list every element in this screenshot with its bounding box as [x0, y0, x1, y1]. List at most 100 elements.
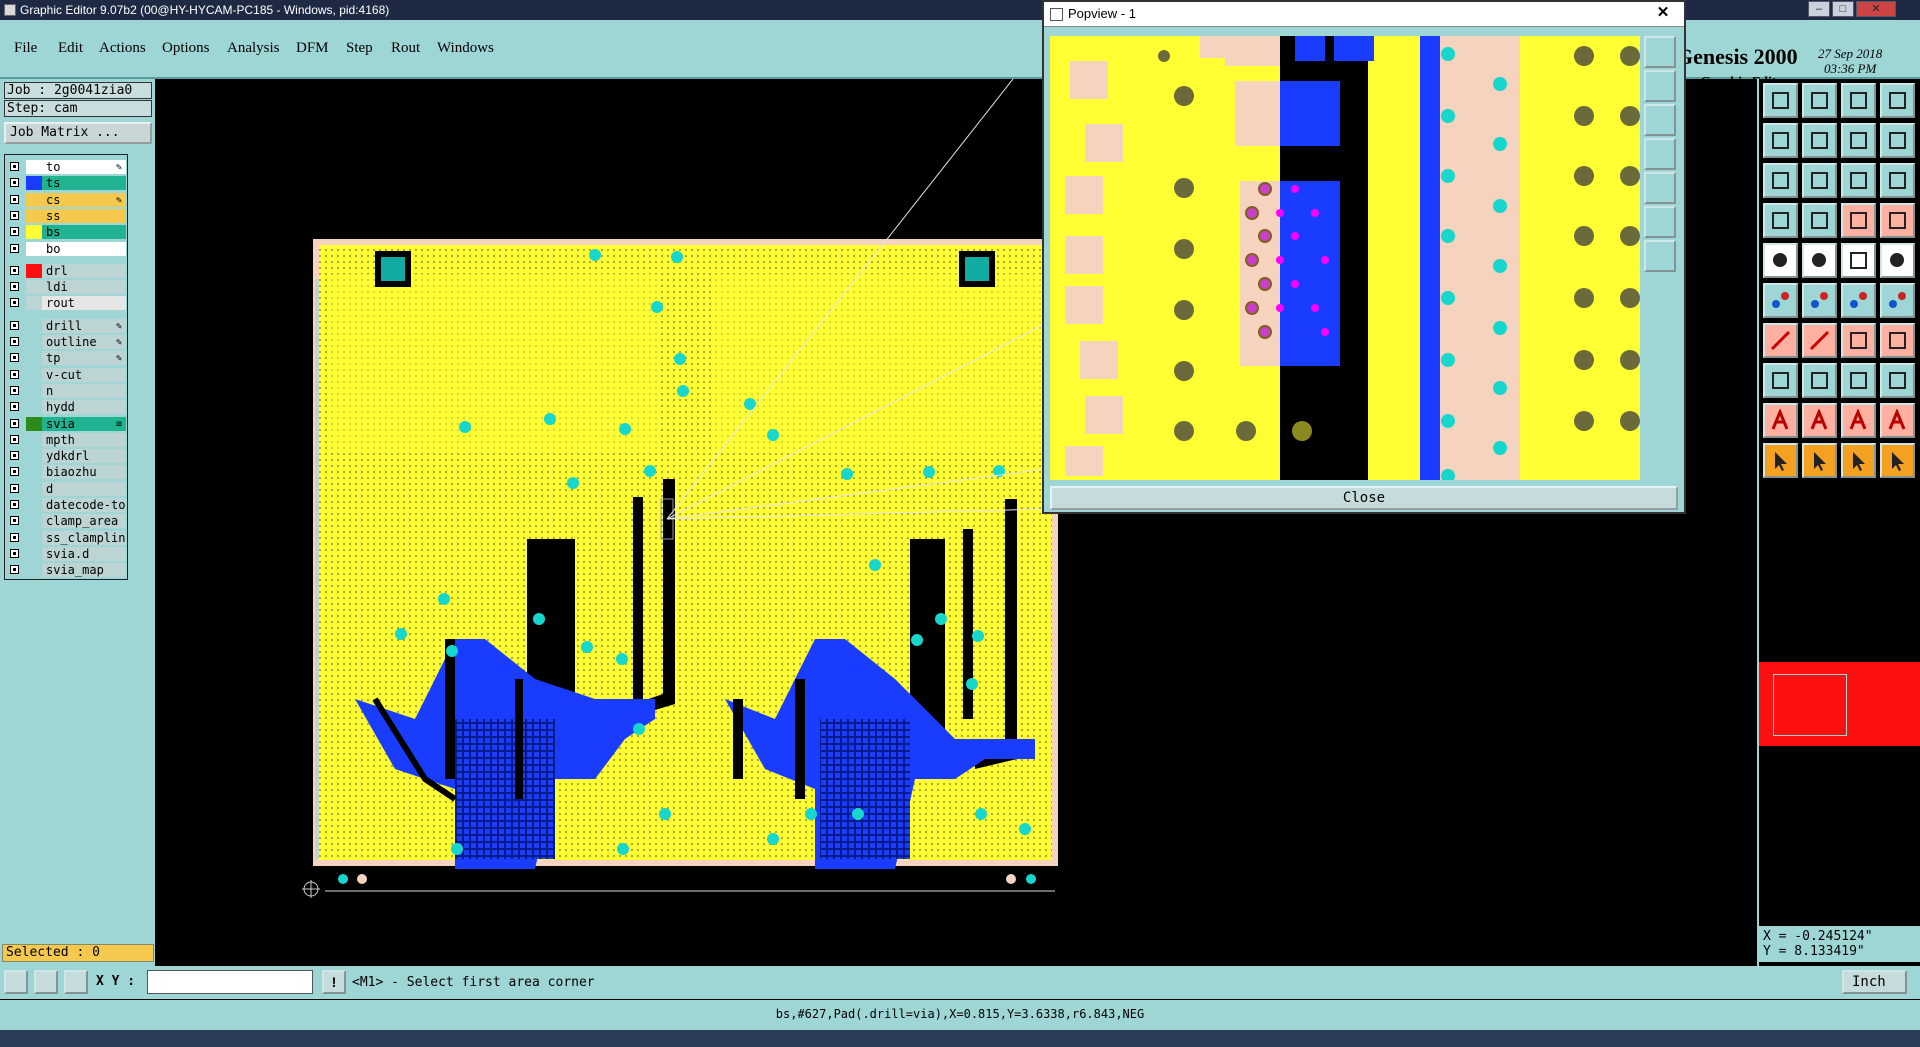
popview-zoom-button[interactable]: [1644, 36, 1676, 68]
layer-color-swatch[interactable]: [26, 400, 42, 415]
layer-checkbox[interactable]: [10, 210, 19, 220]
dimension-button[interactable]: [1841, 243, 1876, 278]
layer-name[interactable]: n: [42, 383, 126, 398]
layer-color-swatch[interactable]: [26, 192, 42, 207]
layer-row-hydd[interactable]: hydd: [5, 399, 127, 415]
layer-checkbox[interactable]: [10, 532, 19, 542]
pointer-alt-button[interactable]: [1802, 443, 1837, 478]
layer-row-cs[interactable]: cs ✎: [5, 192, 127, 208]
text-a-button[interactable]: [1802, 403, 1837, 438]
popview-close-icon[interactable]: ✕: [1650, 2, 1676, 24]
layer-checkbox[interactable]: [10, 320, 19, 330]
layer-name[interactable]: bs: [42, 225, 126, 240]
layer-color-swatch[interactable]: [26, 563, 42, 578]
grid-button[interactable]: [1802, 203, 1837, 238]
layer-checkbox[interactable]: [10, 227, 19, 237]
layer-color-swatch[interactable]: [26, 432, 42, 447]
layer-name[interactable]: ss_clampline: [42, 530, 126, 545]
layer-name[interactable]: to ✎: [42, 160, 126, 174]
menu-step[interactable]: Step: [346, 40, 373, 57]
layer-name[interactable]: outline ✎: [42, 335, 126, 349]
layer-row-bo[interactable]: bo: [5, 241, 127, 257]
layer-color-swatch[interactable]: [26, 449, 42, 464]
layer-row-ss_clampline[interactable]: ss_clampline: [5, 530, 127, 546]
help-button[interactable]: [1880, 163, 1915, 198]
layer-name[interactable]: d: [42, 481, 126, 496]
menu-actions[interactable]: Actions: [99, 40, 146, 57]
cross-button[interactable]: [1802, 283, 1837, 318]
layer-row-biaozhu[interactable]: biaozhu: [5, 464, 127, 480]
layer-color-swatch[interactable]: [26, 367, 42, 382]
popview-tool-button-6[interactable]: [1644, 206, 1676, 238]
layer-color-swatch[interactable]: [26, 263, 42, 278]
layer-color-swatch[interactable]: [26, 351, 42, 366]
layer-row-ldi[interactable]: ldi: [5, 279, 127, 295]
layer-name[interactable]: svia ≡: [42, 416, 126, 431]
undo-button[interactable]: [1841, 123, 1876, 158]
triangle-button[interactable]: [1763, 403, 1798, 438]
popview-tool-button-4[interactable]: [1644, 138, 1676, 170]
layer-row-n[interactable]: n: [5, 383, 127, 399]
layer-color-swatch[interactable]: [26, 318, 42, 333]
layer-name[interactable]: cs ✎: [42, 192, 126, 207]
job-matrix-button[interactable]: Job Matrix ...: [4, 122, 152, 144]
copy-button[interactable]: [1880, 363, 1915, 398]
layer-name[interactable]: biaozhu: [42, 465, 126, 480]
xy-input[interactable]: [147, 970, 313, 994]
layer-checkbox[interactable]: [10, 369, 19, 379]
layer-row-outline[interactable]: outline ✎: [5, 334, 127, 350]
feature-select-button[interactable]: [1802, 243, 1837, 278]
layer-row-svia_map[interactable]: svia_map: [5, 562, 127, 578]
close-window-button[interactable]: ✕: [1856, 1, 1896, 17]
line-button[interactable]: [1763, 323, 1798, 358]
layer-checkbox[interactable]: [10, 282, 19, 292]
connect-button[interactable]: [1763, 283, 1798, 318]
layer-color-swatch[interactable]: [26, 296, 42, 311]
ruler-button[interactable]: [1880, 203, 1915, 238]
text-c-button[interactable]: [1880, 403, 1915, 438]
layer-row-bs[interactable]: bs: [5, 224, 127, 240]
layer-name[interactable]: mpth: [42, 432, 126, 447]
zoom-fit-button[interactable]: [34, 970, 58, 994]
layer-checkbox[interactable]: [10, 418, 19, 428]
resize-button[interactable]: [1841, 363, 1876, 398]
layer-color-swatch[interactable]: [26, 530, 42, 545]
layer-row-v-cut[interactable]: v-cut: [5, 367, 127, 383]
layer-checkbox[interactable]: [10, 178, 19, 188]
layer-name[interactable]: datecode-to: [42, 498, 126, 512]
menu-file[interactable]: File: [14, 40, 37, 57]
export-button[interactable]: [1802, 123, 1837, 158]
layer-checkbox[interactable]: [10, 467, 19, 477]
layer-overview-swatch[interactable]: [1759, 662, 1920, 746]
layer-color-swatch[interactable]: [26, 498, 42, 512]
popview-tool-button-2[interactable]: [1644, 70, 1676, 102]
split-button[interactable]: [1880, 323, 1915, 358]
layer-row-ydkdrl[interactable]: ydkdrl: [5, 448, 127, 464]
open-job-button[interactable]: [1763, 83, 1798, 118]
layer-row-tp[interactable]: tp ✎: [5, 350, 127, 366]
pad-button[interactable]: [1880, 243, 1915, 278]
layer-checkbox[interactable]: [10, 500, 19, 509]
point-alt-button[interactable]: [1880, 283, 1915, 318]
layout-button[interactable]: [1880, 83, 1915, 118]
redo-button[interactable]: [1880, 123, 1915, 158]
layer-row-ss[interactable]: ss: [5, 208, 127, 224]
layer-row-datecode-to[interactable]: datecode-to: [5, 497, 127, 513]
popview-close-button[interactable]: Close: [1050, 486, 1678, 510]
menu-dfm[interactable]: DFM: [296, 40, 329, 57]
snap-button[interactable]: [1763, 203, 1798, 238]
pointer-button[interactable]: [1763, 443, 1798, 478]
layer-row-d[interactable]: d: [5, 481, 127, 497]
layer-row-drl[interactable]: drl: [5, 263, 127, 279]
minimize-button[interactable]: –: [1808, 1, 1830, 17]
layer-checkbox[interactable]: [10, 243, 19, 253]
popview-tool-button-5[interactable]: [1644, 172, 1676, 204]
layer-name[interactable]: ldi: [42, 280, 126, 295]
layer-checkbox[interactable]: [10, 353, 19, 363]
layer-name[interactable]: svia_map: [42, 563, 126, 578]
menu-options[interactable]: Options: [162, 40, 210, 57]
text-b-button[interactable]: [1841, 403, 1876, 438]
layer-row-to[interactable]: to ✎: [5, 159, 127, 175]
layer-row-rout[interactable]: rout: [5, 295, 127, 311]
layer-checkbox[interactable]: [10, 565, 19, 575]
